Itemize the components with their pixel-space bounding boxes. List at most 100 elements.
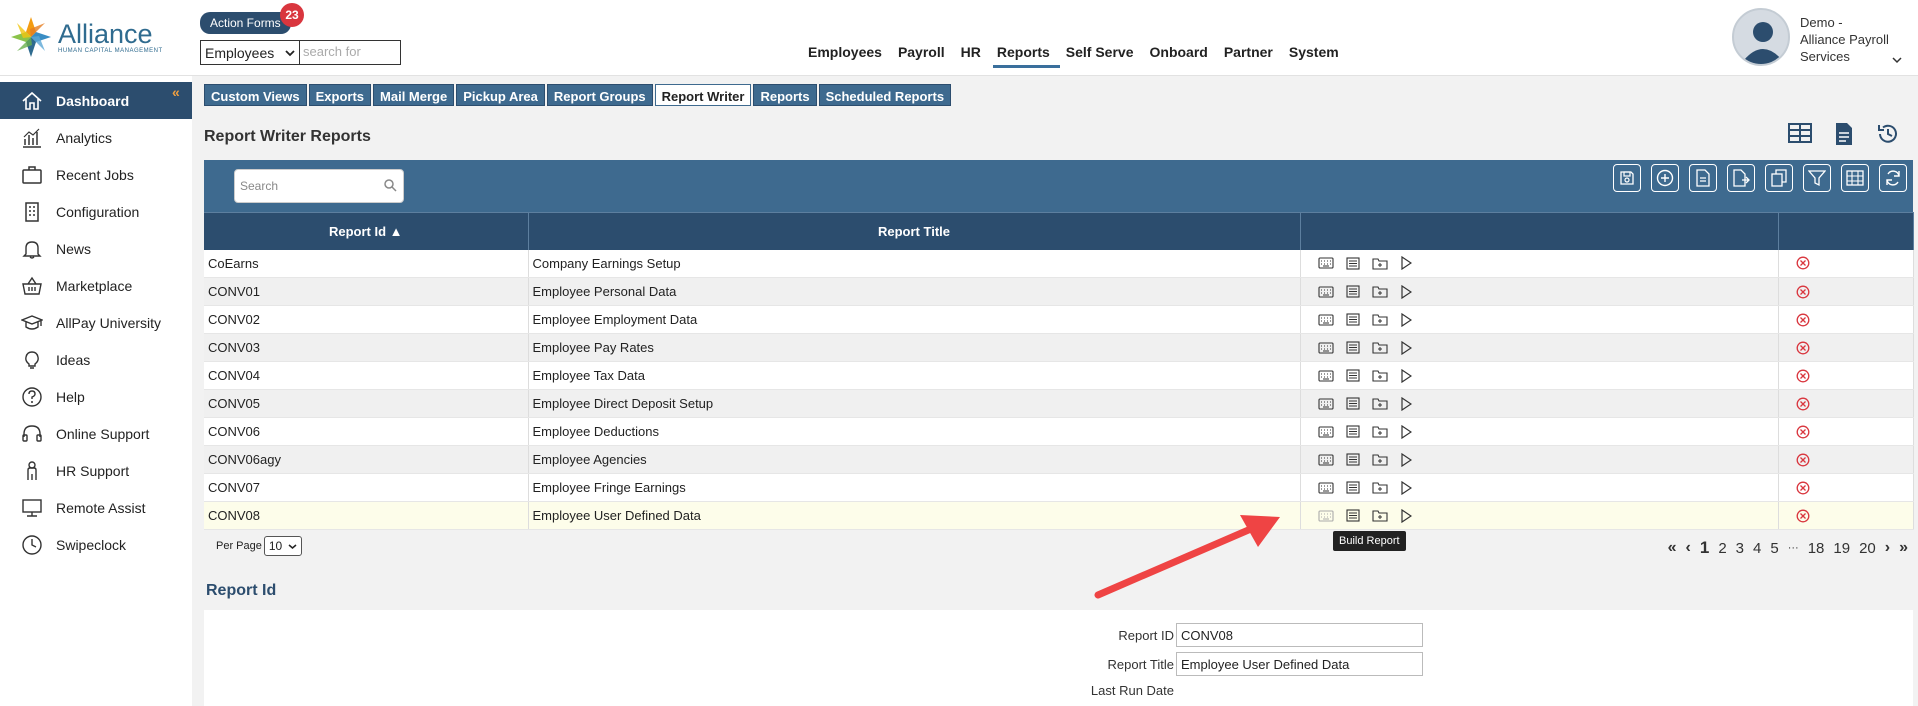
run-report-icon[interactable] [1400, 480, 1412, 495]
collapse-sidebar-icon[interactable]: « [172, 84, 180, 100]
grid-view-icon[interactable] [1788, 122, 1812, 146]
delete-icon[interactable] [1796, 425, 1913, 439]
report-details-icon[interactable] [1345, 285, 1360, 298]
export-icon[interactable] [1727, 164, 1755, 192]
build-report-icon[interactable] [1317, 369, 1334, 382]
build-report-icon[interactable] [1317, 425, 1334, 438]
refresh-icon[interactable] [1879, 164, 1907, 192]
history-icon[interactable] [1876, 122, 1900, 146]
page-link[interactable]: 2 [1718, 540, 1726, 557]
column-header-report-title[interactable]: Report Title [528, 212, 1301, 250]
sidebar-item-hr-support[interactable]: HR Support [0, 452, 192, 489]
per-page-select[interactable]: 10 [263, 536, 302, 556]
add-icon[interactable] [1651, 164, 1679, 192]
add-to-folder-icon[interactable] [1371, 369, 1388, 382]
table-row[interactable]: CONV08 Employee User Defined Data [204, 501, 1914, 530]
add-to-folder-icon[interactable] [1371, 341, 1388, 354]
sidebar-item-online-support[interactable]: Online Support [0, 415, 192, 452]
chevron-down-icon[interactable] [1892, 56, 1902, 64]
sidebar-item-remote-assist[interactable]: Remote Assist [0, 489, 192, 526]
table-row[interactable]: CONV03 Employee Pay Rates [204, 333, 1914, 362]
run-report-icon[interactable] [1400, 508, 1412, 523]
previous-page-icon[interactable]: ‹ [1686, 539, 1691, 557]
page-link[interactable]: 3 [1736, 540, 1744, 557]
new-document-icon[interactable] [1689, 164, 1717, 192]
filter-icon[interactable] [1803, 164, 1831, 192]
sidebar-item-ideas[interactable]: Ideas [0, 341, 192, 378]
sidebar-item-recent-jobs[interactable]: Recent Jobs [0, 156, 192, 193]
header-search-input[interactable]: search for [299, 40, 401, 65]
run-report-icon[interactable] [1400, 424, 1412, 439]
sidebar-item-marketplace[interactable]: Marketplace [0, 267, 192, 304]
nav-self-serve[interactable]: Self Serve [1058, 42, 1142, 62]
delete-icon[interactable] [1796, 453, 1913, 467]
add-to-folder-icon[interactable] [1371, 257, 1388, 270]
delete-icon[interactable] [1796, 369, 1913, 383]
report-details-icon[interactable] [1345, 481, 1360, 494]
add-to-folder-icon[interactable] [1371, 509, 1388, 522]
build-report-icon[interactable] [1317, 257, 1334, 269]
build-report-icon[interactable] [1317, 285, 1334, 298]
alliance-logo[interactable]: Alliance HUMAN CAPITAL MANAGEMENT [8, 12, 163, 62]
column-header-report-id[interactable]: Report Id ▲ [204, 212, 529, 250]
document-icon[interactable] [1834, 122, 1854, 146]
delete-icon[interactable] [1796, 509, 1913, 523]
search-scope-select[interactable]: Employees [200, 40, 300, 65]
report-details-icon[interactable] [1345, 369, 1360, 382]
table-row[interactable]: CONV02 Employee Employment Data [204, 305, 1914, 334]
save-icon[interactable] [1613, 164, 1641, 192]
run-report-icon[interactable] [1400, 368, 1412, 383]
run-report-icon[interactable] [1400, 396, 1412, 411]
sidebar-item-dashboard[interactable]: Dashboard [0, 82, 192, 119]
table-row[interactable]: CONV05 Employee Direct Deposit Setup [204, 389, 1914, 418]
nav-employees[interactable]: Employees [800, 42, 890, 62]
add-to-folder-icon[interactable] [1371, 285, 1388, 298]
columns-icon[interactable] [1841, 164, 1869, 192]
tab-pickup-area[interactable]: Pickup Area [456, 84, 545, 106]
delete-icon[interactable] [1796, 341, 1913, 355]
run-report-icon[interactable] [1400, 256, 1412, 271]
add-to-folder-icon[interactable] [1371, 425, 1388, 438]
page-current[interactable]: 1 [1700, 538, 1709, 558]
next-page-icon[interactable]: › [1885, 539, 1890, 557]
user-menu[interactable]: Demo - Alliance Payroll Services [1730, 6, 1910, 70]
nav-system[interactable]: System [1281, 42, 1347, 62]
report-details-icon[interactable] [1345, 257, 1360, 270]
table-row[interactable]: CONV06 Employee Deductions [204, 417, 1914, 446]
last-page-icon[interactable]: » [1899, 539, 1908, 557]
page-link[interactable]: 20 [1859, 540, 1876, 557]
tab-custom-views[interactable]: Custom Views [204, 84, 307, 106]
tab-mail-merge[interactable]: Mail Merge [373, 84, 455, 106]
build-report-icon[interactable] [1317, 313, 1334, 326]
tab-exports[interactable]: Exports [308, 84, 372, 106]
add-to-folder-icon[interactable] [1371, 313, 1388, 326]
first-page-icon[interactable]: « [1668, 539, 1677, 557]
page-link[interactable]: 18 [1808, 540, 1825, 557]
nav-hr[interactable]: HR [953, 42, 989, 62]
nav-reports[interactable]: Reports [989, 42, 1060, 68]
build-report-icon[interactable] [1317, 397, 1334, 410]
nav-onboard[interactable]: Onboard [1142, 42, 1216, 62]
tab-reports[interactable]: Reports [753, 84, 817, 106]
page-link[interactable]: 4 [1753, 540, 1761, 557]
delete-icon[interactable] [1796, 285, 1913, 299]
add-to-folder-icon[interactable] [1371, 453, 1388, 466]
sidebar-item-allpay-university[interactable]: AllPay University [0, 304, 192, 341]
table-row[interactable]: CONV07 Employee Fringe Earnings [204, 473, 1914, 502]
avatar[interactable] [1732, 8, 1790, 66]
grid-search-input[interactable]: Search [234, 169, 404, 203]
build-report-icon[interactable] [1317, 341, 1334, 354]
table-row[interactable]: CONV06agy Employee Agencies [204, 445, 1914, 474]
tab-report-writer[interactable]: Report Writer [654, 84, 752, 106]
delete-icon[interactable] [1796, 481, 1913, 495]
build-report-icon[interactable] [1317, 509, 1334, 522]
build-report-icon[interactable] [1317, 481, 1334, 494]
tab-report-groups[interactable]: Report Groups [546, 84, 653, 106]
table-row[interactable]: CoEarns Company Earnings Setup [204, 249, 1914, 278]
delete-icon[interactable] [1796, 397, 1913, 411]
delete-icon[interactable] [1796, 313, 1913, 327]
page-link[interactable]: 5 [1770, 540, 1778, 557]
copy-icon[interactable] [1765, 164, 1793, 192]
report-details-icon[interactable] [1345, 509, 1360, 522]
run-report-icon[interactable] [1400, 284, 1412, 299]
